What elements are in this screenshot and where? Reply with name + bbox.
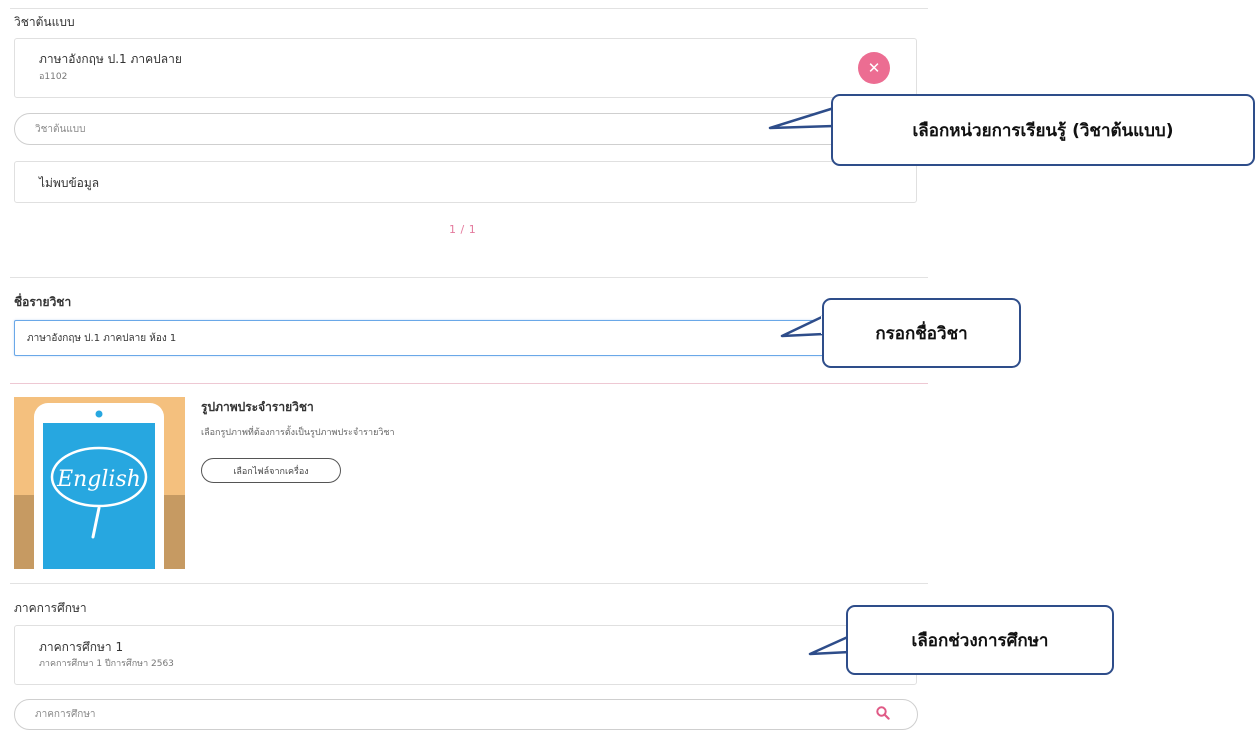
selected-semester-title: ภาคการศึกษา 1 bbox=[39, 640, 124, 654]
template-subject-label: วิชาต้นแบบ bbox=[14, 15, 75, 29]
search-icon[interactable] bbox=[876, 706, 890, 720]
callout-select-template: เลือกหน่วยการเรียนรู้ (วิชาต้นแบบ) bbox=[831, 94, 1255, 166]
selected-semester-card[interactable] bbox=[14, 625, 917, 685]
remove-template-button[interactable]: ✕ bbox=[858, 52, 890, 84]
english-tablet-illustration: English bbox=[14, 397, 185, 569]
subject-name-label: ชื่อรายวิชา bbox=[14, 295, 72, 309]
selected-template-code: อ1102 bbox=[39, 72, 68, 82]
close-icon: ✕ bbox=[867, 59, 881, 77]
pagination[interactable]: 1 / 1 bbox=[449, 223, 476, 236]
thumbnail-text: English bbox=[56, 467, 141, 492]
semester-search-input[interactable] bbox=[14, 699, 918, 730]
divider-name bbox=[10, 277, 928, 278]
divider-image bbox=[10, 383, 928, 384]
callout-select-semester: เลือกช่วงการศึกษา bbox=[846, 605, 1114, 675]
semester-label: ภาคการศึกษา bbox=[14, 601, 87, 615]
top-divider bbox=[10, 8, 928, 9]
empty-result-text: ไม่พบข้อมูล bbox=[39, 176, 100, 190]
subject-thumbnail: English bbox=[14, 397, 185, 569]
divider-semester bbox=[10, 583, 928, 584]
subject-image-description: เลือกรูปภาพที่ต้องการตั้งเป็นรูปภาพประจำ… bbox=[201, 428, 395, 438]
selected-template-title: ภาษาอังกฤษ ป.1 ภาคปลาย bbox=[39, 52, 182, 66]
callout-enter-name: กรอกชื่อวิชา bbox=[822, 298, 1021, 368]
choose-file-button[interactable]: เลือกไฟล์จากเครื่อง bbox=[201, 458, 341, 483]
selected-semester-detail: ภาคการศึกษา 1 ปีการศึกษา 2563 bbox=[39, 659, 174, 669]
empty-result-card bbox=[14, 161, 917, 203]
callout-tail-template bbox=[768, 106, 841, 130]
subject-image-title: รูปภาพประจำรายวิชา bbox=[201, 400, 314, 414]
